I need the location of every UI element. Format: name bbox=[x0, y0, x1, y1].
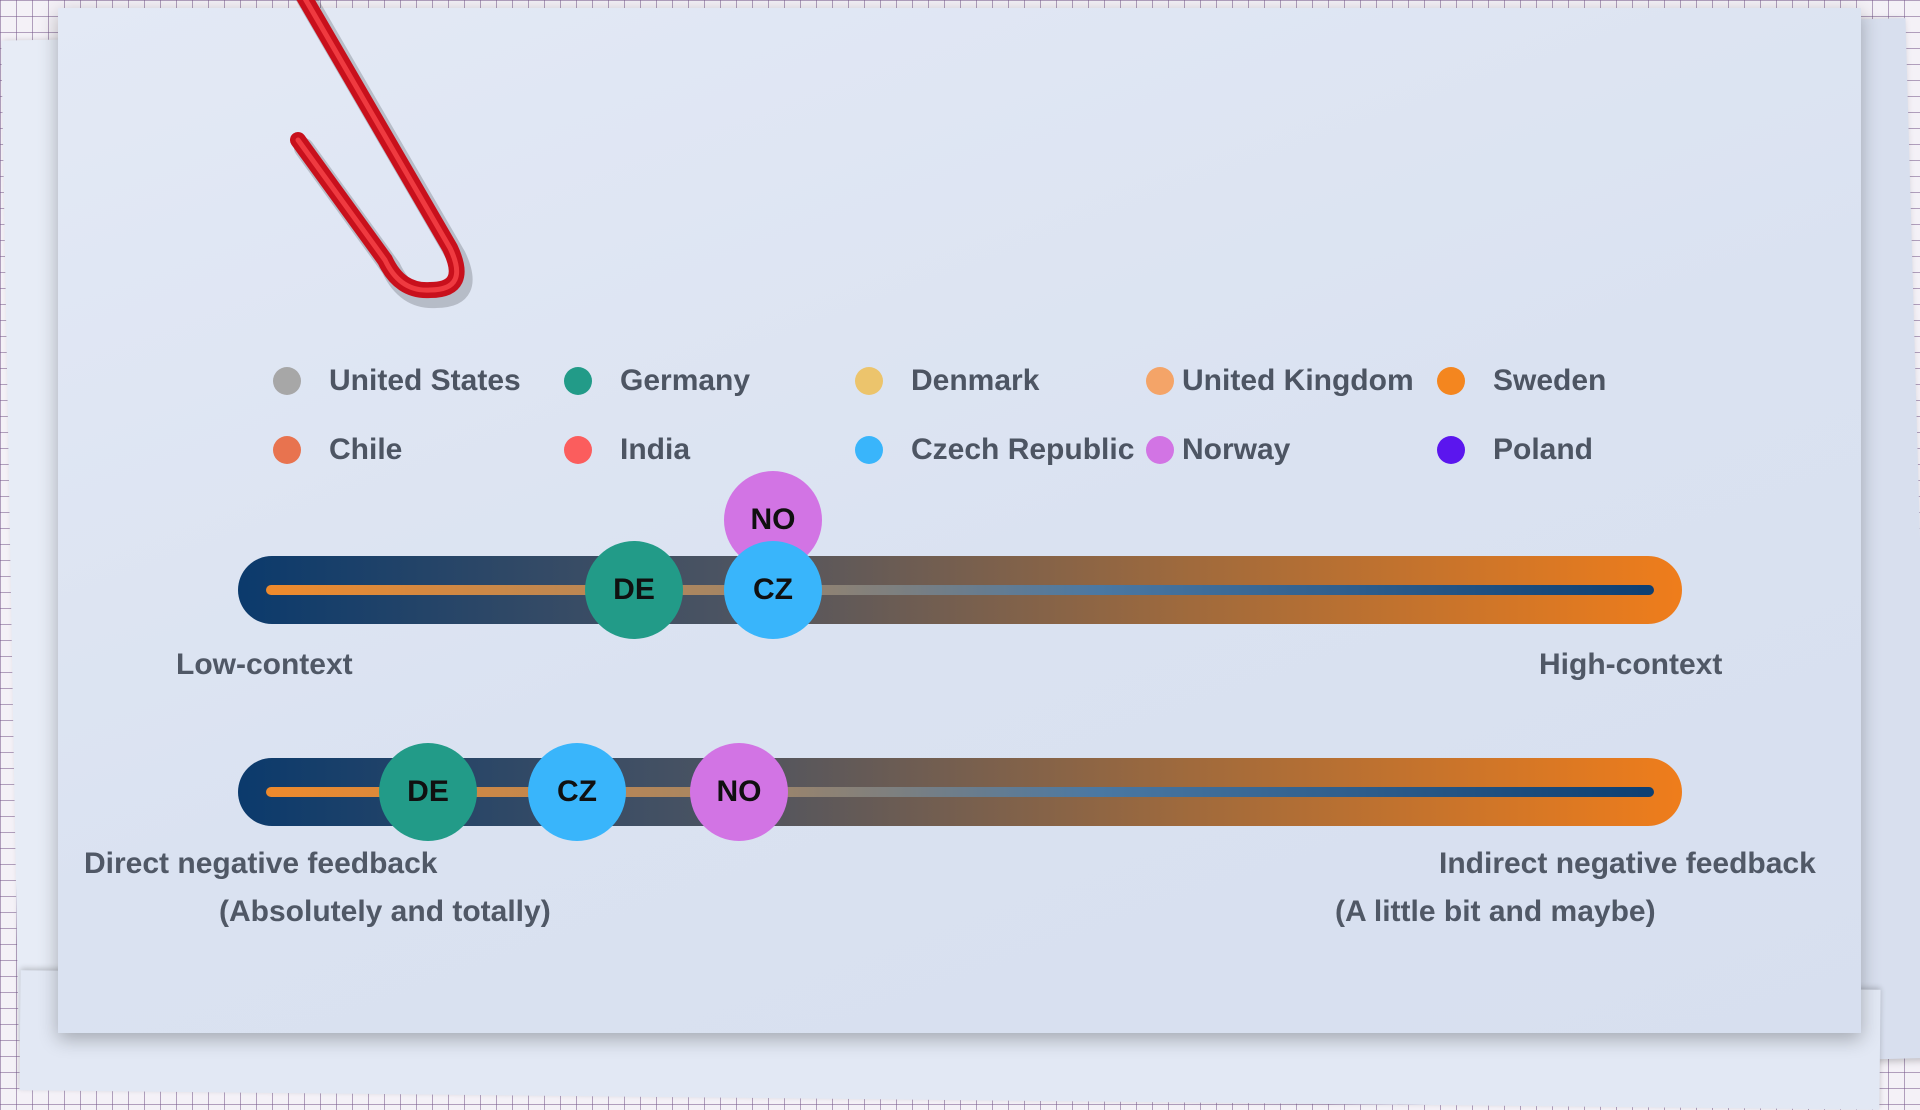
legend-item-norway: Norway bbox=[1146, 432, 1290, 468]
legend-item-chile: Chile bbox=[273, 432, 402, 468]
high-context-label: High-context bbox=[1539, 648, 1723, 681]
scale-inner-line bbox=[266, 585, 1654, 595]
marker-label: CZ bbox=[557, 775, 597, 808]
direct-feedback-sublabel: (Absolutely and totally) bbox=[219, 895, 551, 928]
legend-label: United States bbox=[329, 364, 521, 397]
legend-item-denmark: Denmark bbox=[855, 363, 1039, 399]
legend-label: Chile bbox=[329, 433, 403, 466]
marker-label: NO bbox=[750, 503, 796, 536]
legend-label: Czech Republic bbox=[911, 433, 1135, 466]
legend-label: Poland bbox=[1493, 433, 1594, 466]
legend-label: India bbox=[620, 433, 691, 466]
paperclip-icon bbox=[290, 0, 473, 309]
legend-dot bbox=[564, 367, 592, 395]
marker-germany: DE bbox=[585, 541, 683, 639]
legend-dot bbox=[1437, 436, 1465, 464]
low-context-label: Low-context bbox=[176, 648, 353, 681]
legend-dot bbox=[855, 367, 883, 395]
marker-label: DE bbox=[613, 573, 655, 606]
legend-label: United Kingdom bbox=[1182, 364, 1414, 397]
legend-dot bbox=[273, 367, 301, 395]
legend-dot bbox=[273, 436, 301, 464]
marker-norway: NO bbox=[690, 743, 788, 841]
direct-feedback-label: Direct negative feedback bbox=[84, 847, 438, 880]
legend-item-united-states: United States bbox=[273, 363, 521, 399]
legend-dot bbox=[855, 436, 883, 464]
legend-dot bbox=[564, 436, 592, 464]
legend-item-united-kingdom: United Kingdom bbox=[1146, 363, 1414, 399]
legend-item-sweden: Sweden bbox=[1437, 363, 1606, 399]
legend-label: Sweden bbox=[1493, 364, 1607, 397]
marker-czech-republic: CZ bbox=[528, 743, 626, 841]
context-scale-bar bbox=[238, 556, 1682, 624]
marker-label: NO bbox=[716, 775, 762, 808]
legend-dot bbox=[1146, 436, 1174, 464]
marker-germany: DE bbox=[379, 743, 477, 841]
legend-dot bbox=[1437, 367, 1465, 395]
marker-label: CZ bbox=[753, 573, 793, 606]
indirect-feedback-sublabel: (A little bit and maybe) bbox=[1335, 895, 1656, 928]
legend-item-poland: Poland bbox=[1437, 432, 1593, 468]
marker-czech-republic: CZ bbox=[724, 541, 822, 639]
marker-label: DE bbox=[407, 775, 449, 808]
legend-label: Germany bbox=[620, 364, 751, 397]
legend-item-czech-republic: Czech Republic bbox=[855, 432, 1134, 468]
legend-label: Norway bbox=[1182, 433, 1291, 466]
legend-label: Denmark bbox=[911, 364, 1040, 397]
legend-item-india: India bbox=[564, 432, 690, 468]
legend-dot bbox=[1146, 367, 1174, 395]
indirect-feedback-label: Indirect negative feedback bbox=[1439, 847, 1816, 880]
legend-item-germany: Germany bbox=[564, 363, 750, 399]
